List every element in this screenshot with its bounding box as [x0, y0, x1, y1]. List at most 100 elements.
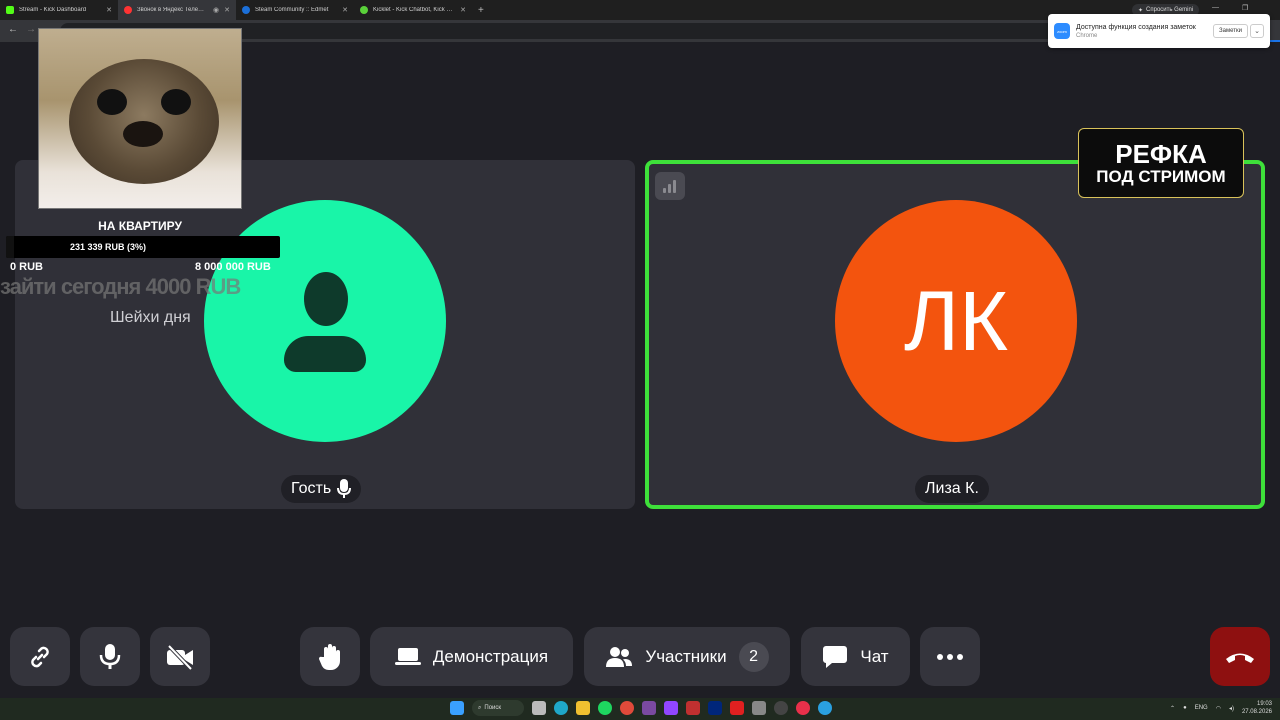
goal-max: 8 000 000 RUB: [195, 261, 271, 273]
microphone-icon: [337, 479, 352, 498]
goal-progress-bar: 231 339 RUB (3%): [6, 236, 280, 258]
chevron-up-icon[interactable]: ⌃: [1170, 705, 1175, 712]
participants-label: Участники: [645, 646, 727, 666]
microphone-button[interactable]: [80, 627, 140, 686]
more-button[interactable]: [920, 627, 980, 686]
mic-tray-icon[interactable]: ●: [1183, 705, 1187, 711]
minimize-icon[interactable]: —: [1212, 4, 1219, 11]
steam-icon: [242, 6, 250, 14]
telemost-icon: [124, 6, 132, 14]
chat-icon: [823, 645, 848, 668]
spotify-icon[interactable]: [598, 701, 612, 715]
person-icon-body: [284, 336, 366, 372]
copy-link-button[interactable]: [10, 627, 70, 686]
notes-button[interactable]: Заметки: [1213, 24, 1248, 38]
clock-time: 19:03: [1256, 701, 1272, 707]
screen-share-button[interactable]: Демонстрация: [370, 627, 573, 686]
notification-title: Доступна функция создания заметок: [1076, 23, 1196, 31]
tab-steam[interactable]: Steam Community :: Edmet ✕: [236, 0, 354, 20]
gemini-icon: ✦: [1138, 7, 1144, 14]
participants-icon: [606, 646, 633, 667]
tab-kicklet[interactable]: Kicklet - Kick Chatbot, Kick Widgets ✕: [354, 0, 472, 20]
close-icon[interactable]: ✕: [106, 6, 112, 14]
gemini-label: Спросить Gemini: [1146, 7, 1194, 13]
tab-title: Звонок в Яндекс Телемост: [137, 7, 209, 13]
clock[interactable]: 19:03 27.08.2026: [1242, 700, 1272, 716]
mute-icon[interactable]: ◉: [213, 6, 219, 14]
chevron-down-icon[interactable]: ⌄: [1250, 24, 1264, 38]
windows-taskbar: ⌕ Поиск ⌃ ● ENG ◠ ◂) 19:03 27.08.2026: [0, 698, 1280, 720]
participant-tile-liza[interactable]: ЛК Лиза К.: [645, 160, 1265, 509]
camera-off-button[interactable]: [150, 627, 210, 686]
pug-photo: [38, 28, 242, 209]
person-icon: [304, 272, 348, 326]
telegram-icon[interactable]: [818, 701, 832, 715]
clock-date: 27.08.2026: [1241, 709, 1272, 715]
hang-up-icon: [1226, 653, 1254, 663]
app-icon[interactable]: [752, 701, 766, 715]
screen-share-label: Демонстрация: [432, 646, 549, 666]
volume-icon[interactable]: ◂): [1229, 705, 1234, 712]
new-tab-icon[interactable]: +: [472, 5, 490, 16]
camera-off-icon: [167, 644, 193, 670]
forward-arrow-icon[interactable]: →: [26, 24, 36, 35]
twitch-icon[interactable]: [664, 701, 678, 715]
close-icon[interactable]: ✕: [460, 6, 466, 14]
app-icon[interactable]: [642, 701, 656, 715]
participants-button[interactable]: Участники 2: [584, 627, 790, 686]
participant-name: Лиза К.: [925, 480, 979, 497]
edge-icon[interactable]: [554, 701, 568, 715]
back-arrow-icon[interactable]: ←: [8, 24, 18, 35]
participants-count-badge: 2: [738, 641, 769, 672]
referral-line-1: РЕФКА: [1115, 139, 1207, 169]
liza-name-chip: Лиза К.: [915, 475, 989, 503]
kick-icon: [6, 6, 14, 14]
goal-progress-text: 231 339 RUB (3%): [69, 242, 147, 252]
restore-icon[interactable]: ❐: [1242, 4, 1248, 12]
more-dots-icon: [937, 653, 963, 660]
task-view-icon[interactable]: [532, 701, 546, 715]
chat-button[interactable]: Чат: [801, 627, 910, 686]
screen-share-icon: [394, 647, 421, 665]
top-donors-label: Шейхи дня: [110, 309, 191, 326]
taskbar-search-label: Поиск: [484, 705, 502, 711]
tab-title: Kicklet - Kick Chatbot, Kick Widgets: [373, 7, 455, 13]
chat-label: Чат: [860, 646, 889, 666]
explorer-icon[interactable]: [576, 701, 590, 715]
obs-icon[interactable]: [774, 701, 788, 715]
signal-strength-icon: [655, 172, 685, 200]
audition-icon[interactable]: [708, 701, 722, 715]
kicklet-icon: [360, 6, 368, 14]
chrome-icon[interactable]: [620, 701, 634, 715]
hand-icon: [318, 643, 340, 670]
raise-hand-button[interactable]: [300, 627, 360, 686]
system-tray: ⌃ ● ENG ◠ ◂) 19:03 27.08.2026: [1170, 700, 1272, 716]
participant-tile-guest[interactable]: Гость: [15, 160, 635, 509]
referral-line-2: ПОД СТРИМОМ: [1096, 167, 1226, 186]
end-call-button[interactable]: [1210, 627, 1270, 686]
close-icon[interactable]: ✕: [342, 6, 348, 14]
wifi-icon[interactable]: ◠: [1216, 705, 1221, 712]
guest-name-chip: Гость: [281, 475, 362, 503]
tab-kick-dashboard[interactable]: Stream - Kick Dashboard ✕: [0, 0, 118, 20]
ghost-overlay-text: зайти сегодня 4000 RUB: [0, 274, 241, 299]
participant-name: Гость: [291, 480, 332, 497]
close-icon[interactable]: ✕: [224, 6, 230, 14]
windows-start-icon[interactable]: [450, 701, 464, 715]
language-indicator[interactable]: ENG: [1195, 705, 1208, 711]
tab-title: Stream - Kick Dashboard: [19, 7, 87, 13]
zoom-app-icon: zoom: [1054, 23, 1070, 39]
tiktok-icon[interactable]: [796, 701, 810, 715]
youtube-icon[interactable]: [730, 701, 744, 715]
tab-title: Steam Community :: Edmet: [255, 7, 329, 13]
taskbar-search[interactable]: ⌕ Поиск: [472, 700, 524, 716]
referral-badge: РЕФКА ПОД СТРИМОМ: [1078, 128, 1244, 198]
search-icon: ⌕: [478, 704, 482, 711]
goal-min: 0 RUB: [10, 261, 44, 273]
tab-telemost[interactable]: Звонок в Яндекс Телемост ◉ ✕: [118, 0, 236, 20]
link-icon: [31, 646, 49, 667]
notification-subtitle: Chrome: [1076, 32, 1098, 39]
microphone-icon: [99, 643, 121, 669]
liza-avatar: ЛК: [835, 200, 1077, 442]
app-icon[interactable]: [686, 701, 700, 715]
